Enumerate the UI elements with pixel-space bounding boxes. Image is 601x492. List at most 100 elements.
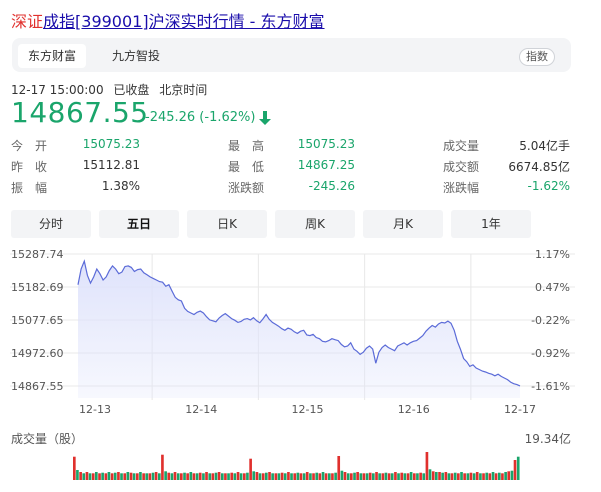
volume-bar bbox=[161, 454, 164, 480]
y-tick-label: 14972.60 bbox=[11, 347, 64, 360]
volume-bar bbox=[192, 473, 196, 480]
volume-bar bbox=[79, 472, 82, 480]
volume-bar bbox=[183, 472, 186, 480]
volume-bar bbox=[104, 473, 108, 480]
volume-bar bbox=[498, 472, 501, 480]
volume-bar bbox=[283, 473, 287, 480]
volume-bar bbox=[422, 473, 426, 480]
stat-value-change-pct: -1.62% bbox=[527, 179, 570, 193]
volume-bar bbox=[501, 473, 504, 480]
volume-bar bbox=[113, 472, 117, 480]
volume-bar bbox=[101, 472, 104, 480]
index-badge: 指数 bbox=[519, 48, 555, 66]
volume-bar bbox=[95, 472, 98, 480]
volume-bar bbox=[120, 473, 123, 480]
volume-bar bbox=[419, 472, 422, 480]
stat-value-volume: 5.04亿手 bbox=[519, 139, 570, 153]
volume-max: 19.34亿 bbox=[524, 432, 571, 446]
volume-bar bbox=[403, 473, 407, 480]
volume-bar bbox=[350, 473, 353, 480]
status-state: 已收盘 bbox=[113, 83, 150, 97]
volume-bar bbox=[321, 472, 325, 480]
period-button-monthly-k[interactable]: 月K bbox=[363, 210, 443, 238]
x-tick-label: 12-17 bbox=[504, 403, 536, 416]
volume-bar bbox=[362, 473, 366, 480]
volume-bar bbox=[277, 473, 281, 480]
volume-bar bbox=[431, 471, 435, 480]
volume-bar bbox=[252, 471, 256, 480]
volume-bar bbox=[435, 472, 438, 480]
volume-bar bbox=[400, 472, 404, 480]
volume-bar bbox=[318, 473, 322, 480]
volume-bar bbox=[453, 472, 457, 480]
tab-jiufang[interactable]: 九方智投 bbox=[102, 44, 170, 68]
volume-bar bbox=[343, 472, 347, 480]
volume-bar bbox=[475, 472, 479, 480]
volume-bar bbox=[356, 472, 359, 480]
period-button-weekly-k[interactable]: 周K bbox=[275, 210, 355, 238]
volume-bar bbox=[139, 472, 142, 480]
volume-bar bbox=[463, 473, 466, 480]
volume-bar bbox=[416, 473, 419, 480]
volume-bar bbox=[173, 472, 177, 480]
x-tick-label: 12-16 bbox=[398, 403, 430, 416]
volume-bar bbox=[378, 473, 381, 480]
volume-bar bbox=[224, 473, 227, 480]
source-tab-bar: 东方财富 九方智投 指数 bbox=[12, 38, 571, 72]
volume-bar bbox=[73, 456, 76, 480]
volume-bar bbox=[368, 472, 372, 480]
period-button-5day[interactable]: 五日 bbox=[99, 210, 179, 238]
title-link[interactable]: 成指[399001]沪深实时行情 - 东方财富 bbox=[43, 12, 325, 31]
volume-bar bbox=[469, 472, 473, 480]
volume-bar bbox=[441, 472, 444, 480]
volume-bar bbox=[305, 472, 309, 480]
volume-bar bbox=[164, 471, 167, 480]
volume-bar bbox=[158, 473, 161, 480]
period-selector: 分时 五日 日K 周K 月K 1年 bbox=[11, 210, 571, 238]
volume-bar bbox=[274, 473, 278, 480]
stat-value-amplitude: 1.38% bbox=[101, 179, 140, 193]
volume-bar bbox=[293, 473, 297, 480]
volume-bar bbox=[513, 460, 517, 480]
stat-value-open: 15075.23 bbox=[82, 137, 140, 151]
y-tick-label: 15182.69 bbox=[11, 281, 64, 294]
tab-eastmoney[interactable]: 东方财富 bbox=[18, 44, 87, 68]
period-button-1year[interactable]: 1年 bbox=[451, 210, 531, 238]
volume-bar bbox=[413, 473, 416, 480]
volume-bar bbox=[202, 473, 205, 480]
volume-bar bbox=[167, 472, 171, 480]
volume-bar bbox=[76, 470, 79, 480]
volume-bar bbox=[394, 472, 397, 480]
volume-bar bbox=[98, 473, 101, 480]
volume-bar bbox=[491, 472, 495, 480]
volume-bar bbox=[227, 473, 230, 480]
stat-label-low: 最 低 bbox=[228, 160, 265, 174]
volume-bar bbox=[148, 473, 152, 480]
stat-label-high: 最 高 bbox=[228, 139, 265, 153]
volume-bar bbox=[494, 473, 498, 480]
volume-bar bbox=[211, 473, 215, 480]
volume-bar bbox=[271, 473, 274, 480]
title-prefix: 深证 bbox=[11, 12, 44, 31]
volume-bar bbox=[444, 472, 448, 480]
volume-bar bbox=[472, 473, 476, 480]
volume-bar bbox=[195, 473, 199, 480]
volume-bar bbox=[381, 473, 385, 480]
volume-bar bbox=[309, 473, 312, 480]
volume-bar bbox=[268, 472, 271, 480]
volume-bar bbox=[340, 470, 344, 480]
volume-bar bbox=[198, 472, 202, 480]
x-tick-label: 12-13 bbox=[79, 403, 111, 416]
pct-tick-label: 0.47% bbox=[535, 281, 570, 294]
five-day-chart[interactable]: 15287.74 1.17% 15182.69 0.47% 15077.65 -0.22%… bbox=[0, 240, 601, 492]
period-button-intraday[interactable]: 分时 bbox=[11, 210, 91, 238]
stat-label-amplitude: 振 幅 bbox=[11, 181, 48, 195]
volume-bar bbox=[312, 473, 315, 480]
volume-bar bbox=[397, 473, 400, 480]
volume-bar bbox=[409, 472, 413, 480]
period-button-daily-k[interactable]: 日K bbox=[187, 210, 267, 238]
x-tick-label: 12-15 bbox=[292, 403, 324, 416]
volume-bar bbox=[255, 472, 259, 480]
volume-bar bbox=[88, 473, 92, 480]
volume-bar bbox=[482, 473, 485, 480]
